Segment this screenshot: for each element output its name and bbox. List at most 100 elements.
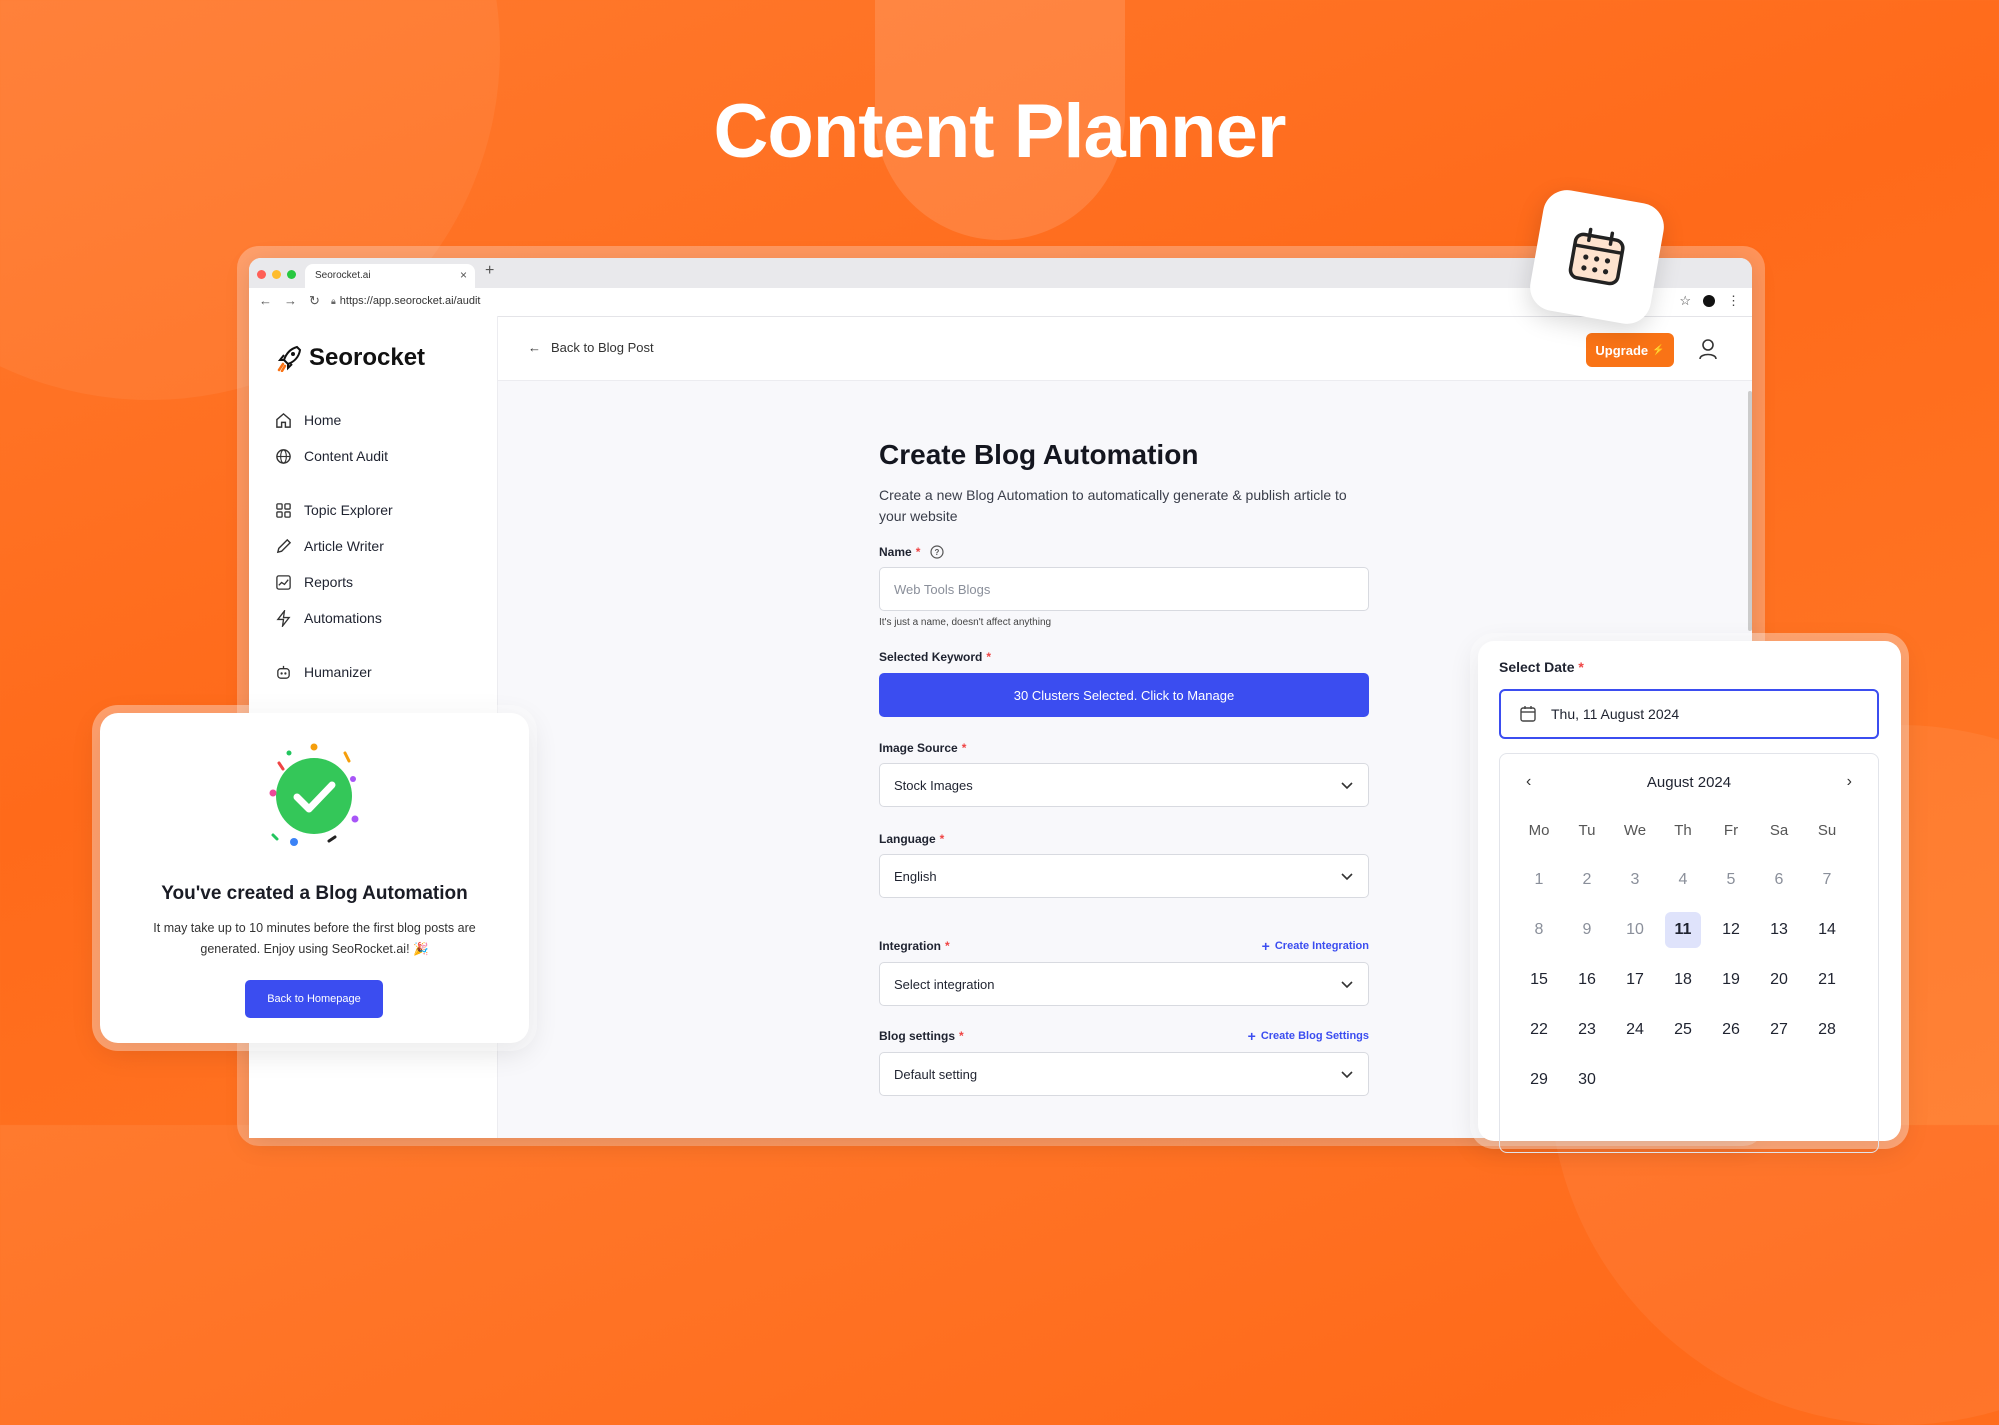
calendar-day[interactable]: 8: [1521, 912, 1557, 948]
browser-back-icon[interactable]: ←: [259, 293, 272, 309]
pencil-icon: [276, 538, 292, 553]
upgrade-button[interactable]: Upgrade ⚡: [1586, 333, 1674, 367]
close-window-button[interactable]: [257, 270, 266, 279]
calendar-day[interactable]: 21: [1809, 962, 1845, 998]
sidebar-item-label: Reports: [304, 574, 354, 590]
calendar-panel: ‹ August 2024 › Mo Tu We Th Fr Sa Su 1 2 3 4 5 6 7 8 9 1…: [1499, 753, 1879, 1153]
sidebar-item-content-audit[interactable]: Content Audit: [275, 438, 497, 474]
integration-select[interactable]: Select integration: [879, 962, 1369, 1006]
create-blog-settings-link[interactable]: + Create Blog Settings: [1248, 1028, 1369, 1044]
blog-settings-label: Blog settings: [879, 1029, 956, 1043]
success-title: You've created a Blog Automation: [161, 883, 468, 904]
minimize-window-button[interactable]: [272, 270, 281, 279]
home-icon: [276, 412, 291, 428]
weekday-header: Fr: [1723, 821, 1739, 839]
success-card: You've created a Blog Automation It may …: [100, 713, 529, 1043]
tab-close-icon[interactable]: ×: [460, 268, 467, 282]
calendar-day[interactable]: 18: [1665, 962, 1701, 998]
calendar-day[interactable]: 28: [1809, 1012, 1845, 1048]
plus-icon: +: [1247, 1028, 1256, 1044]
browser-menu-icon[interactable]: ⋮: [1727, 293, 1740, 309]
integration-value: Select integration: [894, 976, 995, 992]
image-source-label-row: Image Source *: [879, 741, 1369, 755]
calendar-day[interactable]: 24: [1617, 1012, 1653, 1048]
image-source-select[interactable]: Stock Images: [879, 763, 1369, 807]
required-mark: *: [961, 741, 967, 755]
calendar-day[interactable]: 26: [1713, 1012, 1749, 1048]
sidebar-item-topic-explorer[interactable]: Topic Explorer: [275, 492, 497, 528]
sidebar-item-article-writer[interactable]: Article Writer: [275, 528, 497, 564]
maximize-window-button[interactable]: [287, 270, 296, 279]
calendar-day[interactable]: 20: [1761, 962, 1797, 998]
weekday-header: Tu: [1578, 821, 1596, 839]
calendar-day[interactable]: 6: [1761, 862, 1797, 898]
url-field[interactable]: 🔒︎ https://app.seorocket.ai/audit: [331, 295, 480, 307]
new-tab-button[interactable]: +: [485, 262, 494, 280]
bookmark-star-icon[interactable]: ☆: [1679, 293, 1691, 309]
blog-settings-value: Default setting: [894, 1066, 978, 1082]
user-icon[interactable]: [1698, 338, 1718, 360]
help-icon[interactable]: ?: [930, 545, 944, 559]
sidebar-item-humanizer[interactable]: Humanizer: [275, 654, 497, 690]
calendar-day[interactable]: 5: [1713, 862, 1749, 898]
browser-tab-title: Seorocket.ai: [315, 270, 371, 281]
calendar-day[interactable]: 4: [1665, 862, 1701, 898]
calendar-day[interactable]: 19: [1713, 962, 1749, 998]
create-automation-form: Create Blog Automation Create a new Blog…: [879, 439, 1369, 1096]
scrollbar[interactable]: [1748, 391, 1752, 631]
sidebar-item-reports[interactable]: Reports: [275, 564, 497, 600]
sidebar-item-home[interactable]: Home: [275, 402, 497, 438]
calendar-icon: [1568, 227, 1625, 286]
address-bar: ← → ↻ 🔒︎ https://app.seorocket.ai/audit ☆…: [249, 288, 1752, 317]
lock-icon: 🔒︎: [331, 296, 336, 306]
name-field[interactable]: Web Tools Blogs: [879, 567, 1369, 611]
browser-profile-icon[interactable]: [1703, 295, 1715, 307]
language-select[interactable]: English: [879, 854, 1369, 898]
calendar-day[interactable]: 1: [1521, 862, 1557, 898]
success-message: It may take up to 10 minutes before the …: [153, 921, 476, 956]
sidebar-item-label: Home: [304, 412, 342, 428]
calendar-day[interactable]: 10: [1617, 912, 1653, 948]
create-integration-link[interactable]: + Create Integration: [1262, 938, 1369, 954]
sidebar-item-label: Article Writer: [304, 538, 384, 554]
calendar-day[interactable]: 29: [1521, 1062, 1557, 1098]
back-to-blog-post-link[interactable]: ← Back to Blog Post: [528, 340, 654, 355]
bolt-icon: [276, 609, 291, 627]
calendar-day[interactable]: 2: [1569, 862, 1605, 898]
calendar-day[interactable]: 13: [1761, 912, 1797, 948]
calendar-day[interactable]: 27: [1761, 1012, 1797, 1048]
sidebar-item-label: Automations: [304, 610, 382, 626]
calendar-day[interactable]: 30: [1569, 1062, 1605, 1098]
next-month-icon[interactable]: ›: [1847, 773, 1852, 791]
date-input[interactable]: Thu, 11 August 2024: [1499, 689, 1879, 739]
blog-settings-select[interactable]: Default setting: [879, 1052, 1369, 1096]
calendar-day-selected[interactable]: 11: [1665, 912, 1701, 948]
calendar-day[interactable]: 7: [1809, 862, 1845, 898]
calendar-day[interactable]: 17: [1617, 962, 1653, 998]
browser-forward-icon[interactable]: →: [284, 293, 297, 309]
name-hint: It's just a name, doesn't affect anythin…: [879, 617, 1052, 628]
robot-icon: [277, 665, 290, 679]
browser-tab[interactable]: Seorocket.ai ×: [305, 264, 475, 288]
date-picker-card: Select Date * Thu, 11 August 2024 ‹ Augu…: [1478, 641, 1901, 1153]
calendar-day[interactable]: 14: [1809, 912, 1845, 948]
calendar-day[interactable]: 12: [1713, 912, 1749, 948]
sidebar-item-automations[interactable]: Automations: [275, 600, 497, 636]
sidebar-item-label: Topic Explorer: [304, 502, 393, 518]
calendar-day[interactable]: 15: [1521, 962, 1557, 998]
calendar-day[interactable]: 9: [1569, 912, 1605, 948]
chevron-down-icon: [1341, 873, 1353, 881]
globe-icon: [276, 448, 291, 464]
calendar-day[interactable]: 16: [1569, 962, 1605, 998]
chevron-down-icon: [1341, 981, 1353, 989]
calendar-day[interactable]: 23: [1569, 1012, 1605, 1048]
brand-logo[interactable]: Seorocket: [277, 344, 425, 372]
calendar-day[interactable]: 25: [1665, 1012, 1701, 1048]
lightning-icon: ⚡: [1652, 344, 1665, 356]
manage-clusters-button[interactable]: 30 Clusters Selected. Click to Manage: [879, 673, 1369, 717]
weekday-header: Su: [1817, 821, 1837, 839]
calendar-day[interactable]: 3: [1617, 862, 1653, 898]
calendar-day[interactable]: 22: [1521, 1012, 1557, 1048]
back-to-homepage-button[interactable]: Back to Homepage: [245, 980, 383, 1018]
reload-icon[interactable]: ↻: [309, 293, 320, 309]
